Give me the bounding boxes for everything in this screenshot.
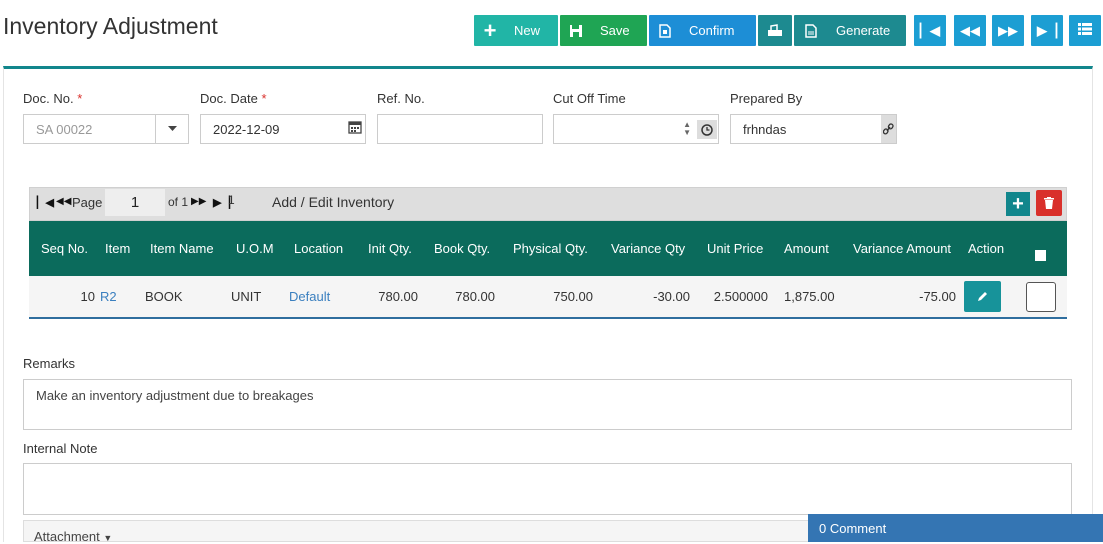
forward-icon: ▶▶: [998, 22, 1018, 38]
pencil-icon: [978, 292, 987, 301]
col-book-qty[interactable]: Book Qty.: [434, 241, 490, 256]
cell-item-name: BOOK: [145, 289, 183, 304]
cut-off-time-label: Cut Off Time: [553, 91, 626, 106]
last-record-button[interactable]: ▶▕: [1031, 15, 1063, 46]
col-uom[interactable]: U.O.M: [236, 241, 274, 256]
col-item[interactable]: Item: [105, 241, 130, 256]
step-forward-icon: ▶▕: [1037, 22, 1057, 38]
chevron-down-icon[interactable]: [155, 115, 189, 143]
last-page-number: 1: [228, 193, 235, 207]
col-unit-price[interactable]: Unit Price: [707, 241, 763, 256]
doc-date-label: Doc. Date *: [200, 91, 267, 106]
cell-location[interactable]: Default: [289, 289, 330, 304]
doc-no-label: Doc. No. *: [23, 91, 83, 106]
cell-amount: 1,875.00: [784, 289, 835, 304]
remarks-textarea[interactable]: Make an inventory adjustment due to brea…: [23, 379, 1072, 430]
grid-toolbar: ▏◀ ◀◀ Page 1 of 1 ▶▶ ▶▕ 1 Add / Edit Inv…: [29, 187, 1067, 221]
add-row-button[interactable]: +: [1006, 192, 1030, 216]
page-number-input[interactable]: 1: [105, 189, 165, 216]
doc-no-value: SA 00022: [36, 121, 93, 137]
comment-count: 0 Comment: [819, 521, 887, 536]
document-check-icon: [649, 15, 681, 46]
clock-icon[interactable]: [697, 120, 717, 139]
row-select-checkbox[interactable]: [1026, 282, 1056, 312]
internal-note-label: Internal Note: [23, 441, 98, 456]
print-button[interactable]: [758, 15, 792, 46]
previous-record-button[interactable]: ◀◀: [954, 15, 986, 46]
generate-button[interactable]: Generate: [794, 15, 906, 46]
grid-title: Add / Edit Inventory: [272, 194, 395, 210]
col-init-qty[interactable]: Init Qty.: [368, 241, 412, 256]
save-button[interactable]: Save: [560, 15, 647, 46]
cell-physical-qty: 750.00: [553, 289, 593, 304]
confirm-label: Confirm: [689, 23, 735, 38]
doc-date-value: 2022-12-09: [213, 121, 280, 137]
col-seq-no[interactable]: Seq No.: [41, 241, 88, 256]
previous-page-icon[interactable]: ◀◀: [56, 196, 71, 207]
col-variance-qty[interactable]: Variance Qty: [611, 241, 685, 256]
col-action[interactable]: Action: [968, 241, 1004, 256]
list-view-button[interactable]: [1069, 15, 1101, 46]
printer-icon: [767, 15, 783, 46]
new-label: New: [514, 23, 541, 38]
next-record-button[interactable]: ▶▶: [992, 15, 1024, 46]
save-label: Save: [600, 23, 630, 38]
first-record-button[interactable]: ▏◀: [914, 15, 946, 46]
step-backward-icon: ▏◀: [920, 22, 940, 38]
attachment-toggle[interactable]: Attachment ▼: [23, 520, 823, 544]
table-row[interactable]: 10 R2 BOOK UNIT Default 780.00 780.00 75…: [29, 276, 1067, 319]
cell-uom: UNIT: [231, 289, 262, 304]
cell-variance-qty: -30.00: [653, 289, 690, 304]
backward-icon: ◀◀: [960, 22, 980, 38]
plus-icon: +: [483, 17, 497, 43]
page-label: Page: [72, 195, 103, 210]
required-mark: *: [77, 91, 83, 106]
prepared-by-input[interactable]: frhndas: [730, 114, 897, 144]
page-title: Inventory Adjustment: [3, 13, 218, 39]
col-physical-qty[interactable]: Physical Qty.: [513, 241, 588, 256]
delete-row-button[interactable]: [1036, 190, 1062, 216]
col-item-name[interactable]: Item Name: [150, 241, 214, 256]
cell-book-qty: 780.00: [455, 289, 495, 304]
first-page-icon[interactable]: ▏◀: [37, 196, 54, 209]
col-variance-amount[interactable]: Variance Amount: [853, 241, 951, 256]
ref-no-label: Ref. No.: [377, 91, 425, 106]
next-page-icon[interactable]: ▶▶: [191, 196, 206, 207]
calendar-icon[interactable]: [348, 120, 362, 137]
cell-item[interactable]: R2: [100, 289, 117, 304]
doc-no-select[interactable]: SA 00022: [23, 114, 189, 144]
internal-note-textarea[interactable]: [23, 463, 1072, 515]
plus-icon: +: [1012, 192, 1024, 215]
remarks-label: Remarks: [23, 356, 76, 371]
cut-off-time-input[interactable]: ▲ ▼: [553, 114, 719, 144]
comment-panel-button[interactable]: 0 Comment: [808, 514, 1103, 542]
of-pages-label: of 1: [168, 195, 189, 209]
doc-date-field[interactable]: 2022-12-09: [200, 114, 366, 144]
cell-seq-no: 10: [80, 289, 95, 304]
edit-row-button[interactable]: [964, 281, 1001, 312]
floppy-icon: [560, 15, 592, 46]
confirm-button[interactable]: Confirm: [649, 15, 756, 46]
spinner-arrows-icon[interactable]: ▲ ▼: [683, 121, 691, 137]
file-text-icon: [794, 15, 828, 46]
generate-label: Generate: [836, 23, 891, 38]
prepared-by-label: Prepared By: [730, 91, 803, 106]
select-all-checkbox[interactable]: [1035, 250, 1046, 261]
required-mark: *: [261, 91, 267, 106]
list-icon: [1078, 22, 1092, 39]
link-icon[interactable]: [881, 115, 896, 143]
cell-init-qty: 780.00: [378, 289, 418, 304]
grid-header: Seq No. Item Item Name U.O.M Location In…: [29, 221, 1067, 276]
col-amount[interactable]: Amount: [784, 241, 829, 256]
ref-no-input[interactable]: [377, 114, 543, 144]
cell-unit-price: 2.500000: [713, 289, 768, 304]
prepared-by-value: frhndas: [743, 121, 787, 137]
new-button[interactable]: + New: [474, 15, 558, 46]
cell-variance-amount: -75.00: [919, 289, 956, 304]
col-location[interactable]: Location: [294, 241, 343, 256]
trash-icon: [1044, 197, 1054, 209]
